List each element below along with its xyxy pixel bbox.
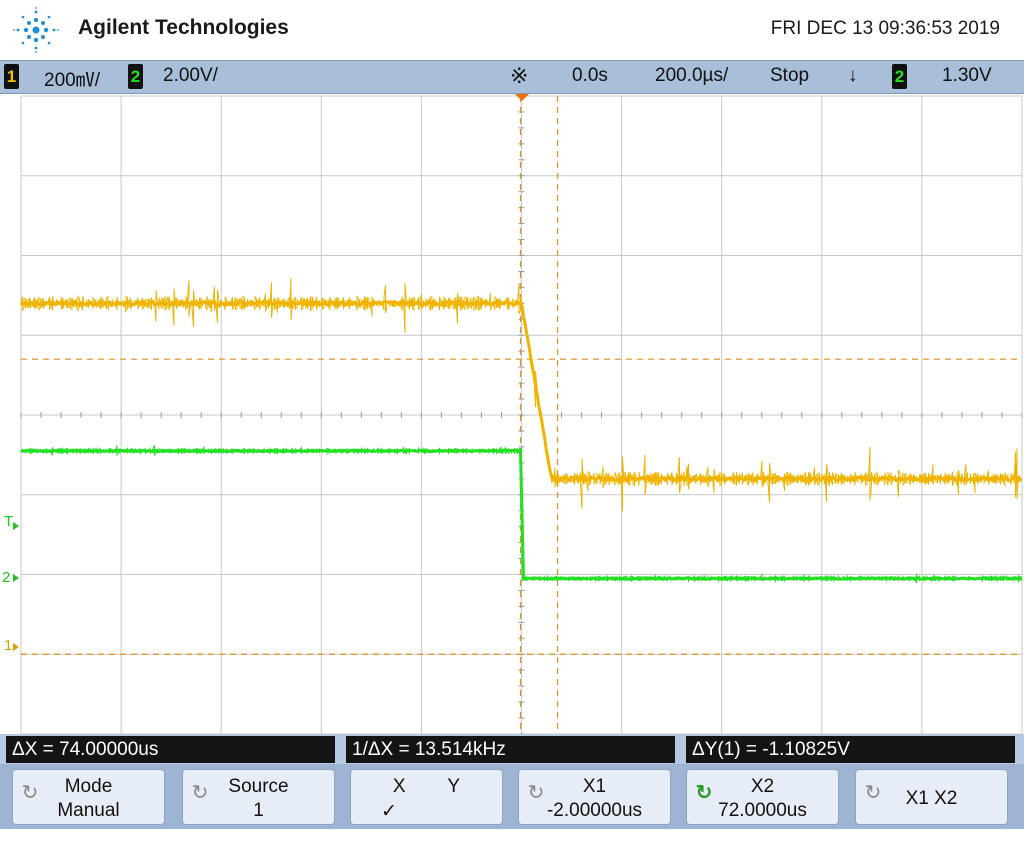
softkey-value: -2.00000us [546,800,643,821]
channel-2-badge[interactable]: 2 [128,64,143,89]
channel-2-ground-marker: 2 [2,569,10,586]
softkey-value: 1 [253,800,264,821]
delta-x-readout: ΔX = 74.00000us [6,736,335,763]
trigger-icon: ※ [510,63,529,88]
softkey-value: 72.0000us [718,800,807,821]
channel-1-badge[interactable]: 1 [4,64,19,89]
top-bar: Agilent Technologies FRI DEC 13 09:36:53… [0,0,1024,60]
mode-softkey[interactable]: ↻ Mode Manual [12,769,165,825]
softkey-label: X Y [392,776,461,797]
trigger-slope-icon: ↓ [848,65,858,86]
softkey-label: X1 [582,776,607,797]
trigger-level-marker: T [4,513,13,530]
inverse-delta-x-readout: 1/ΔX = 13.514kHz [346,736,675,763]
x-selected-check-icon: ✓ [381,801,397,822]
horizontal-delay[interactable]: 0.0s [572,65,608,87]
measurement-bar: ΔX = 74.00000us 1/ΔX = 13.514kHz ΔY(1) =… [0,734,1024,764]
brand-name: Agilent Technologies [78,16,289,39]
timebase-scale[interactable]: 200.0µs/ [655,65,728,87]
x1-x2-softkey[interactable]: ↻ X1 X2 [855,769,1008,825]
waveform-display[interactable]: T 2 1 [0,94,1024,734]
softkey-label: X2 [750,776,775,797]
run-state[interactable]: Stop [770,65,809,87]
softkey-bar: ↻ Mode Manual ↻ Source 1 X Y ✓ ↻ X1 -2.0… [0,764,1024,829]
status-bar: 1 200㎷/ 2 2.00V/ ※ 0.0s 200.0µs/ Stop ↓ … [0,60,1024,94]
source-softkey[interactable]: ↻ Source 1 [182,769,335,825]
channel-1-scale[interactable]: 200㎷/ [44,65,100,92]
x1-cursor-softkey[interactable]: ↻ X1 -2.00000us [518,769,671,825]
delta-y-readout: ΔY(1) = -1.10825V [686,736,1015,763]
trigger-source-badge[interactable]: 2 [892,64,907,89]
agilent-logo-icon [13,7,59,53]
softkey-label: X1 X2 [905,788,958,809]
date-time: FRI DEC 13 09:36:53 2019 [770,18,1000,39]
softkey-label: Source [228,776,289,797]
x-y-softkey[interactable]: X Y ✓ [350,769,503,825]
channel-1-ground-marker: 1 [4,637,12,654]
x2-cursor-softkey[interactable]: ↻ X2 72.0000us [686,769,839,825]
softkey-label: Mode [64,776,113,797]
trigger-level[interactable]: 1.30V [942,65,992,87]
softkey-value: Manual [57,800,120,821]
channel-2-scale[interactable]: 2.00V/ [163,65,218,87]
